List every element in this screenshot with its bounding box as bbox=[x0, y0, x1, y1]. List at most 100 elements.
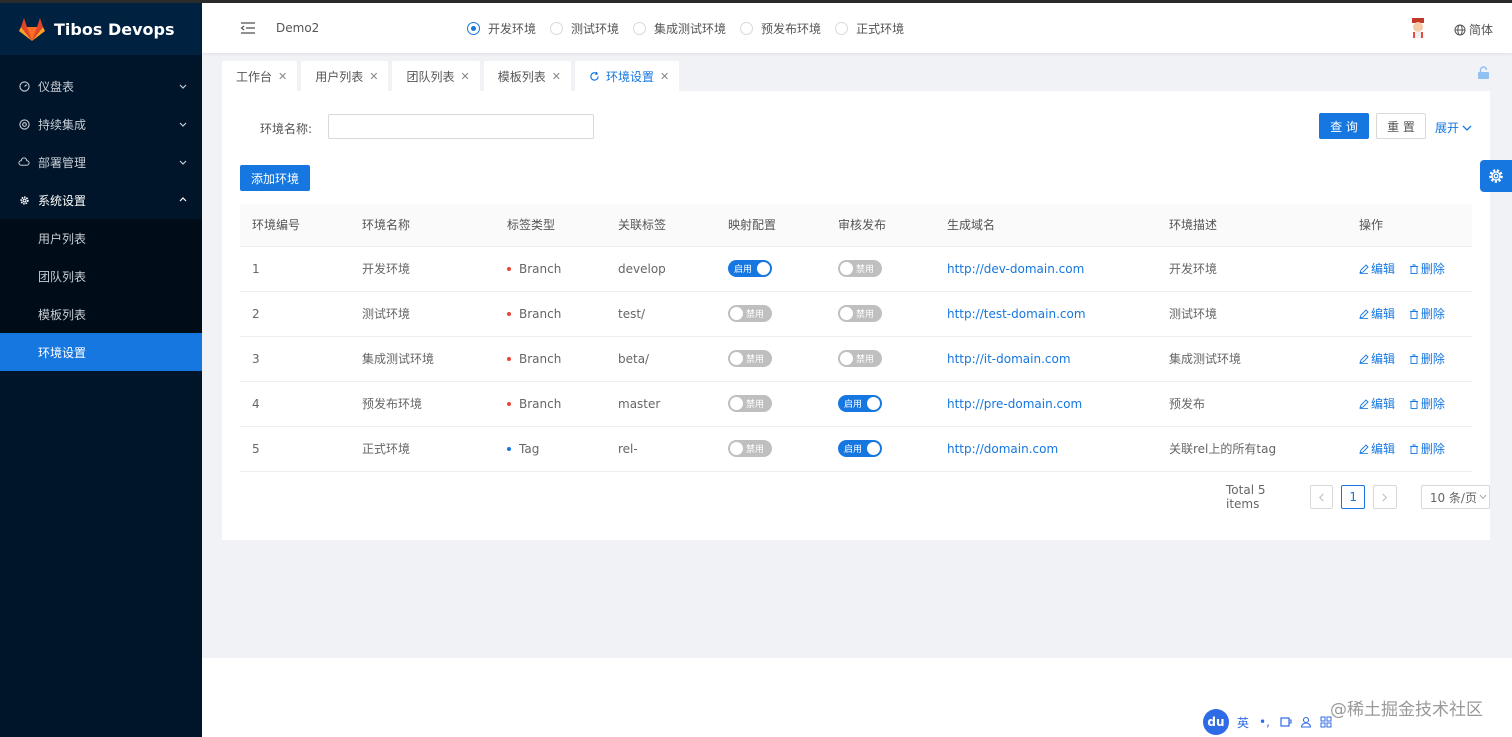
cloud-icon bbox=[18, 156, 30, 168]
close-icon[interactable]: ✕ bbox=[660, 70, 669, 83]
table-row: 1 开发环境 Branch develop 启用 禁用 http://dev-d… bbox=[240, 246, 1472, 292]
sidebar-item-dashboard[interactable]: 仪盘表 bbox=[0, 67, 202, 105]
switch-label: 禁用 bbox=[746, 310, 765, 320]
cup-icon[interactable] bbox=[1280, 716, 1292, 728]
edit-button[interactable]: 编辑 bbox=[1359, 305, 1395, 322]
unlock-icon[interactable] bbox=[1477, 66, 1490, 80]
gear-icon bbox=[18, 194, 30, 206]
add-environment-button[interactable]: 添加环境 bbox=[240, 165, 310, 191]
globe-icon bbox=[1454, 24, 1466, 35]
domain-link[interactable]: http://dev-domain.com bbox=[947, 262, 1084, 276]
edit-button[interactable]: 编辑 bbox=[1359, 440, 1395, 457]
env-name-input[interactable] bbox=[328, 114, 594, 139]
sidebar-subitem-users[interactable]: 用户列表 bbox=[0, 219, 202, 257]
dashboard-icon bbox=[18, 80, 30, 92]
tag-type: Branch bbox=[495, 291, 606, 337]
delete-button[interactable]: 删除 bbox=[1409, 305, 1445, 322]
env-radio-it[interactable]: 集成测试环境 bbox=[633, 20, 726, 37]
settings-float-button[interactable] bbox=[1480, 160, 1512, 192]
close-icon[interactable]: ✕ bbox=[369, 70, 378, 83]
review-switch[interactable]: 禁用 bbox=[838, 305, 882, 322]
prev-page-button[interactable] bbox=[1309, 485, 1334, 509]
env-radio-prod[interactable]: 正式环境 bbox=[835, 20, 904, 37]
trash-icon bbox=[1409, 308, 1418, 319]
project-name[interactable]: Demo2 bbox=[276, 21, 319, 35]
top-header: Demo2 开发环境 测试环境 集成测试环境 预发布环境 正式环境 简体 bbox=[202, 3, 1512, 53]
page-number-button[interactable]: 1 bbox=[1341, 485, 1366, 509]
domain-link[interactable]: http://it-domain.com bbox=[947, 352, 1071, 366]
review-switch[interactable]: 禁用 bbox=[838, 350, 882, 367]
page-size-select[interactable]: 10 条/页 bbox=[1420, 485, 1491, 509]
mapping-switch[interactable]: 禁用 bbox=[728, 305, 772, 322]
tab-label: 环境设置 bbox=[605, 69, 654, 84]
logo[interactable]: Tibos Devops bbox=[0, 3, 202, 55]
tab-templates[interactable]: 模板列表 ✕ bbox=[483, 61, 571, 91]
ime-toolbar[interactable]: du 英 •, bbox=[1203, 708, 1340, 736]
switch-knob bbox=[730, 397, 743, 410]
domain-cell: http://dev-domain.com bbox=[935, 246, 1157, 292]
mapping-switch[interactable]: 禁用 bbox=[728, 440, 772, 457]
domain-link[interactable]: http://test-domain.com bbox=[947, 307, 1086, 321]
delete-button[interactable]: 删除 bbox=[1409, 350, 1445, 367]
sidebar-subitem-templates[interactable]: 模板列表 bbox=[0, 295, 202, 333]
delete-label: 删除 bbox=[1420, 262, 1445, 276]
env-radio-test[interactable]: 测试环境 bbox=[550, 20, 619, 37]
delete-button[interactable]: 删除 bbox=[1409, 260, 1445, 277]
column-header: 标签类型 bbox=[495, 204, 606, 247]
column-header: 环境描述 bbox=[1157, 204, 1347, 247]
tab-environments[interactable]: 环境设置 ✕ bbox=[574, 61, 680, 91]
radio-circle bbox=[467, 22, 480, 35]
refresh-icon[interactable] bbox=[589, 71, 600, 82]
env-desc: 集成测试环境 bbox=[1157, 336, 1347, 382]
review-switch[interactable]: 启用 bbox=[838, 395, 882, 412]
tab-teams[interactable]: 团队列表 ✕ bbox=[392, 61, 480, 91]
close-icon[interactable]: ✕ bbox=[278, 70, 287, 83]
edit-button[interactable]: 编辑 bbox=[1359, 260, 1395, 277]
query-button[interactable]: 查 询 bbox=[1319, 113, 1369, 139]
env-radio-pre[interactable]: 预发布环境 bbox=[740, 20, 821, 37]
column-header: 环境编号 bbox=[240, 204, 350, 247]
tag: rel- bbox=[606, 426, 716, 472]
sidebar-subitem-teams[interactable]: 团队列表 bbox=[0, 257, 202, 295]
language-switch[interactable]: 简体 bbox=[1454, 21, 1493, 38]
edit-button[interactable]: 编辑 bbox=[1359, 395, 1395, 412]
switch-knob bbox=[840, 307, 853, 320]
close-icon[interactable]: ✕ bbox=[460, 70, 469, 83]
domain-link[interactable]: http://domain.com bbox=[947, 442, 1058, 456]
review-cell: 启用 bbox=[826, 381, 935, 427]
mapping-switch[interactable]: 禁用 bbox=[728, 350, 772, 367]
sidebar-item-integration[interactable]: 持续集成 bbox=[0, 105, 202, 143]
column-header: 映射配置 bbox=[716, 204, 826, 247]
user-icon[interactable] bbox=[1300, 716, 1312, 728]
close-icon[interactable]: ✕ bbox=[552, 70, 561, 83]
sidebar-subitem-environments[interactable]: 环境设置 bbox=[0, 333, 202, 371]
delete-label: 删除 bbox=[1420, 442, 1445, 456]
tab-workbench[interactable]: 工作台 ✕ bbox=[222, 61, 298, 91]
punctuation-icon[interactable]: •, bbox=[1259, 715, 1270, 729]
switch-knob bbox=[730, 307, 743, 320]
tag: master bbox=[606, 381, 716, 427]
tab-users[interactable]: 用户列表 ✕ bbox=[301, 61, 389, 91]
next-page-button[interactable] bbox=[1373, 485, 1397, 509]
edit-button[interactable]: 编辑 bbox=[1359, 350, 1395, 367]
avatar[interactable] bbox=[1409, 17, 1427, 39]
mapping-switch[interactable]: 启用 bbox=[728, 260, 772, 277]
ime-mode[interactable]: 英 bbox=[1237, 714, 1249, 731]
sidebar-item-settings[interactable]: 系统设置 bbox=[0, 181, 202, 219]
delete-button[interactable]: 删除 bbox=[1409, 440, 1445, 457]
switch-label: 启用 bbox=[844, 445, 863, 455]
expand-toggle[interactable]: 展开 bbox=[1435, 119, 1472, 136]
tag-type-label: Branch bbox=[519, 351, 562, 366]
mapping-switch[interactable]: 禁用 bbox=[728, 395, 772, 412]
menu-fold-icon[interactable] bbox=[240, 21, 256, 35]
review-switch[interactable]: 启用 bbox=[838, 440, 882, 457]
review-switch[interactable]: 禁用 bbox=[838, 260, 882, 277]
branch-dot bbox=[507, 357, 511, 361]
pagination-total: Total 5 items bbox=[1226, 483, 1266, 511]
domain-link[interactable]: http://pre-domain.com bbox=[947, 397, 1082, 411]
sidebar-item-deploy[interactable]: 部署管理 bbox=[0, 143, 202, 181]
delete-button[interactable]: 删除 bbox=[1409, 395, 1445, 412]
reset-button[interactable]: 重 置 bbox=[1376, 113, 1426, 139]
trash-icon bbox=[1409, 398, 1418, 409]
env-radio-dev[interactable]: 开发环境 bbox=[467, 20, 536, 37]
